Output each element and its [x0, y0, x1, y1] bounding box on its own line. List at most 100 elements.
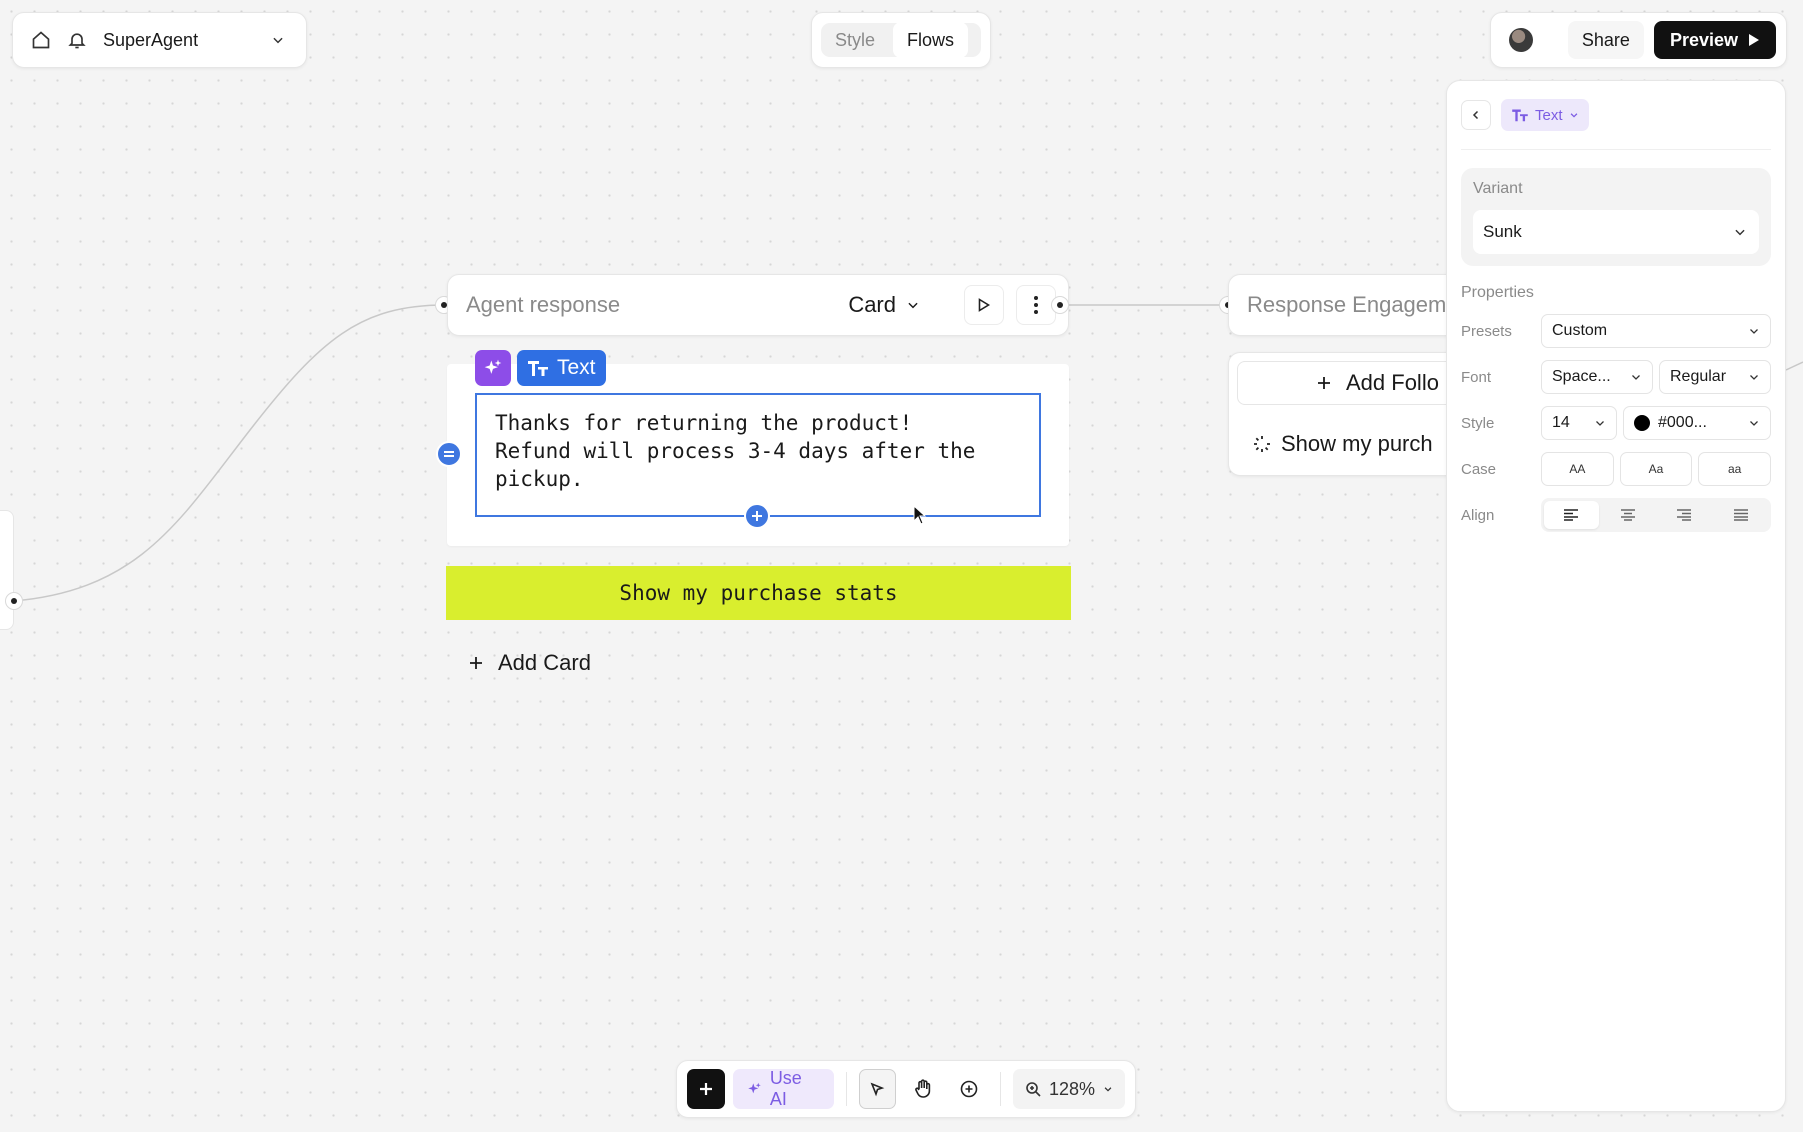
case-row: Case AA Aa aa	[1461, 452, 1772, 486]
workspace-bar: SuperAgent	[12, 12, 307, 68]
plus-icon	[470, 657, 482, 669]
card-type-select[interactable]: Card	[848, 292, 920, 318]
align-center-icon	[1620, 509, 1635, 521]
element-type-label: Text	[1535, 106, 1563, 124]
avatar[interactable]	[1509, 28, 1533, 52]
chevron-down-icon	[1632, 375, 1640, 380]
align-center-button[interactable]	[1601, 501, 1656, 529]
app-name[interactable]: SuperAgent	[103, 30, 260, 51]
plus-icon	[752, 511, 762, 521]
element-chips: Text	[475, 350, 606, 386]
text-type-icon	[528, 361, 548, 376]
add-comment-button[interactable]	[950, 1069, 988, 1109]
add-node-button[interactable]	[687, 1069, 725, 1109]
add-follow-up-button[interactable]: Add Follo	[1237, 361, 1468, 405]
presets-select[interactable]: Custom	[1541, 314, 1771, 348]
play-icon	[1749, 34, 1759, 46]
canvas-toolbar: Use AI 128%	[676, 1060, 1136, 1118]
left-output-port[interactable]	[5, 592, 23, 610]
case-lower-button[interactable]: aa	[1698, 452, 1772, 486]
align-left-icon	[1564, 509, 1579, 521]
use-ai-label: Use AI	[769, 1068, 802, 1109]
text-line: Refund will process 3-4 days after the	[495, 439, 976, 463]
chevron-down-icon	[1735, 229, 1745, 236]
font-size-select[interactable]: 14	[1541, 406, 1617, 440]
more-options-button[interactable]	[1016, 285, 1056, 325]
actions-bar: Share Preview	[1490, 12, 1787, 68]
sparkle-icon	[748, 1082, 761, 1094]
chevron-down-icon	[1750, 375, 1758, 380]
home-icon[interactable]	[23, 22, 59, 58]
case-upper-button[interactable]: AA	[1541, 452, 1614, 486]
align-justify-button[interactable]	[1714, 501, 1769, 529]
align-left-button[interactable]	[1544, 501, 1599, 529]
panel-header: Text	[1461, 99, 1771, 150]
node-output-port[interactable]	[1051, 296, 1069, 314]
variant-section: Variant Sunk	[1461, 168, 1771, 266]
share-button[interactable]: Share	[1567, 21, 1644, 59]
align-justify-icon	[1733, 509, 1748, 521]
bell-icon[interactable]	[59, 22, 95, 58]
plus-icon	[1318, 377, 1330, 389]
font-weight-select[interactable]: Regular	[1659, 360, 1771, 394]
zoom-icon	[1026, 1082, 1041, 1097]
drag-handle-icon[interactable]	[436, 441, 462, 467]
response-engagement-node-header[interactable]: Response Engagem	[1228, 274, 1468, 336]
font-family-select[interactable]: Space...	[1541, 360, 1653, 394]
align-label: Align	[1461, 506, 1495, 524]
sparkle-icon	[484, 359, 502, 374]
play-icon	[978, 298, 991, 312]
style-label: Style	[1461, 414, 1495, 432]
text-element-editor[interactable]: Thanks for returning the product! Refund…	[475, 393, 1041, 517]
zoom-value: 128%	[1048, 1078, 1095, 1099]
variant-select[interactable]: Sunk	[1473, 210, 1759, 254]
zoom-select[interactable]: 128%	[1012, 1069, 1125, 1109]
pan-tool-button[interactable]	[904, 1069, 942, 1109]
font-row: Font Space... Regular	[1461, 360, 1771, 394]
select-tool-button[interactable]	[858, 1069, 897, 1109]
font-label: Font	[1461, 368, 1492, 386]
node-title: Agent response	[466, 292, 621, 317]
text-element-chip[interactable]: Text	[517, 350, 606, 386]
ai-sparkle-button[interactable]	[475, 350, 511, 386]
node2-title: Response Engagem	[1247, 292, 1447, 317]
chevron-down-icon	[1596, 421, 1604, 426]
font-family-value: Space...	[1552, 368, 1611, 385]
kebab-icon	[1034, 296, 1038, 314]
text-color-value: #000...	[1658, 414, 1707, 431]
follow-up-item[interactable]: Show my purch	[1253, 431, 1433, 457]
add-card-button[interactable]: Add Card	[468, 650, 591, 676]
style-row: Style 14 #000...	[1461, 406, 1771, 440]
show-purchase-stats-button[interactable]: Show my purchase stats	[446, 566, 1071, 620]
preview-button[interactable]: Preview	[1653, 21, 1776, 59]
tab-flows[interactable]: Flows	[893, 22, 969, 58]
cursor-icon	[913, 505, 927, 525]
add-element-button[interactable]	[744, 503, 770, 529]
run-button[interactable]	[964, 285, 1004, 325]
text-type-icon	[1512, 109, 1528, 122]
agent-response-node-header[interactable]: Agent response Card	[447, 274, 1069, 336]
variant-label: Variant	[1473, 180, 1523, 197]
chevron-left-icon	[1472, 110, 1479, 120]
response-engagement-node-body: Add Follo Show my purch	[1228, 352, 1468, 476]
presets-row: Presets Custom	[1461, 314, 1771, 348]
text-color-select[interactable]: #000...	[1623, 406, 1771, 440]
element-type-select[interactable]: Text	[1501, 99, 1589, 131]
align-row: Align	[1461, 498, 1771, 532]
back-button[interactable]	[1461, 100, 1491, 130]
font-size-value: 14	[1552, 414, 1570, 431]
hand-icon	[915, 1079, 931, 1098]
chevron-down-icon[interactable]	[260, 22, 296, 58]
align-right-icon	[1677, 509, 1692, 521]
chevron-down-icon	[1750, 421, 1758, 426]
align-right-button[interactable]	[1657, 501, 1712, 529]
pointer-icon	[871, 1082, 885, 1097]
text-line: pickup.	[495, 467, 584, 491]
use-ai-button[interactable]: Use AI	[732, 1068, 834, 1109]
align-group	[1541, 498, 1771, 532]
preview-label: Preview	[1669, 29, 1738, 50]
add-follow-up-label: Add Follo	[1346, 370, 1439, 395]
chevron-down-icon	[1104, 1087, 1112, 1092]
case-title-button[interactable]: Aa	[1619, 452, 1693, 486]
tab-style[interactable]: Style	[821, 22, 889, 58]
